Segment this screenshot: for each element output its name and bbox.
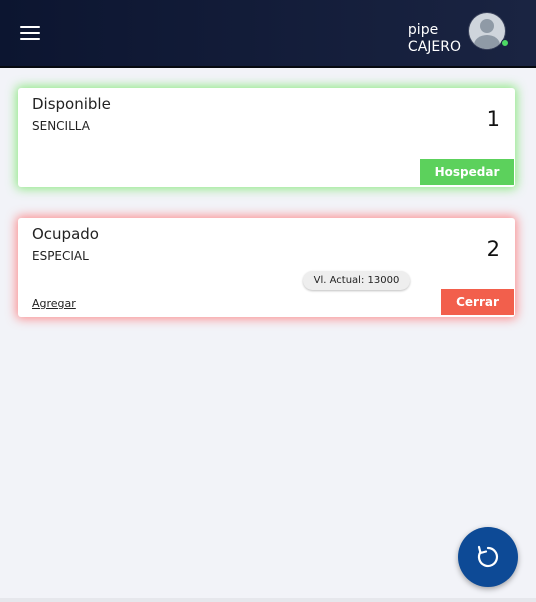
- room-type: ESPECIAL: [32, 249, 89, 263]
- top-app-bar: pipe CAJERO: [0, 0, 536, 68]
- agregar-link[interactable]: Agregar: [32, 297, 76, 310]
- room-number: 1: [486, 107, 500, 131]
- online-status-indicator: [501, 39, 509, 47]
- room-number: 2: [486, 237, 500, 261]
- user-avatar-icon[interactable]: [469, 13, 505, 49]
- room-type: SENCILLA: [32, 119, 90, 133]
- hospedar-button[interactable]: Hospedar: [420, 159, 514, 185]
- user-role: CAJERO: [407, 39, 461, 55]
- cerrar-button[interactable]: Cerrar: [441, 289, 514, 315]
- hamburger-icon[interactable]: [20, 26, 40, 42]
- room-status: Disponible: [32, 95, 111, 113]
- user-info: pipe CAJERO: [408, 22, 461, 56]
- room-status: Ocupado: [32, 225, 99, 243]
- refresh-icon: [477, 545, 499, 568]
- room-card-2: Ocupado ESPECIAL 2 Vl. Actual: 13000 Agr…: [18, 218, 515, 317]
- refresh-button[interactable]: [458, 527, 518, 587]
- user-name: pipe: [407, 22, 439, 38]
- bottom-divider: [0, 598, 536, 602]
- current-value-badge: Vl. Actual: 13000: [303, 271, 410, 290]
- room-card-1: Disponible SENCILLA 1 Hospedar: [18, 88, 515, 187]
